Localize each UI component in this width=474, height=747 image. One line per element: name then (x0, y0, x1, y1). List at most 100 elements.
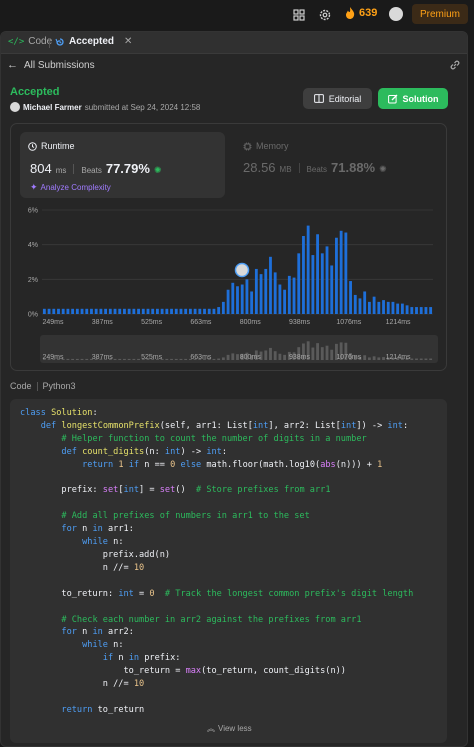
chart-bar (203, 308, 206, 314)
chart-bar (254, 268, 258, 314)
chart-bar (363, 291, 367, 314)
overview-bar (132, 358, 136, 360)
tab-accepted[interactable]: Accepted ✕ (55, 36, 132, 47)
chart-bar (156, 308, 159, 314)
chart-bar (339, 230, 343, 314)
overview-bar (367, 357, 371, 360)
chart-bar (335, 237, 338, 314)
history-icon (55, 37, 64, 46)
chart-bar (240, 284, 244, 314)
layout-icon[interactable] (292, 8, 306, 22)
overview-bar (137, 358, 140, 360)
chart-bar (353, 294, 357, 314)
overview-bar (231, 353, 235, 360)
code-header-label: Code (10, 381, 32, 391)
x-tick-label: 1076ms (336, 319, 361, 326)
tab-divider (49, 38, 50, 48)
chart-bar (188, 308, 192, 314)
chart-bar (221, 301, 225, 314)
chart-bar (302, 236, 305, 314)
overview-bar (184, 358, 188, 360)
all-submissions-label: All Submissions (24, 59, 95, 71)
overview-tick-label: 938ms (289, 354, 311, 361)
chart-bar (165, 308, 169, 314)
overview-bar (66, 358, 70, 360)
overview-bar (419, 358, 423, 360)
chart-bar (52, 308, 56, 314)
chart-bar (99, 308, 103, 314)
overview-bar (415, 358, 418, 360)
y-tick-label: 6% (28, 208, 38, 215)
chart-bar (184, 308, 188, 314)
close-icon[interactable]: ✕ (124, 36, 132, 47)
overview-bar (269, 347, 272, 360)
avatar[interactable] (389, 7, 403, 21)
chart-bar (382, 300, 385, 314)
chart-bar (212, 308, 216, 314)
all-submissions-link[interactable]: ← All Submissions (7, 59, 95, 71)
chart-bar (259, 274, 263, 314)
overview-bar (179, 358, 183, 360)
code-text: class Solution: def longestCommonPrefix(… (20, 408, 414, 715)
chart-bar (137, 308, 140, 314)
chart-bar (429, 307, 433, 314)
gear-icon[interactable] (318, 8, 332, 22)
overview-bar (363, 355, 367, 360)
chart-bar (415, 307, 418, 314)
overview-bar (325, 345, 329, 360)
chart-bar (61, 308, 65, 314)
overview-bar (217, 358, 221, 360)
chart-bar (344, 232, 348, 314)
premium-button[interactable]: Premium (412, 4, 468, 24)
overview-bar (424, 358, 428, 360)
x-tick-label: 800ms (240, 319, 262, 326)
chart-bar (377, 301, 381, 314)
top-bar: 639 Premium (0, 0, 474, 30)
chart-bar (174, 308, 178, 314)
overview-bar (71, 358, 75, 360)
chart-bar (424, 307, 428, 314)
chart-bar (367, 301, 371, 314)
streak-counter[interactable]: 639 (345, 7, 377, 19)
link-icon[interactable] (449, 59, 461, 71)
overview-bar (283, 354, 287, 360)
chart-bar (94, 308, 98, 314)
runtime-distribution-chart[interactable]: 6% 4% 2% 0% 249ms 387ms 525ms 663ms 800ms 938ms 10… (11, 92, 448, 372)
chart-bar (118, 308, 122, 314)
overview-tick-label: 387ms (92, 354, 114, 361)
overview-bar (85, 358, 89, 360)
tab-code[interactable]: </> Code (8, 36, 52, 47)
chart-bar (47, 308, 51, 314)
chart-bar (245, 279, 249, 314)
chart-bar (127, 308, 131, 314)
chart-bar (287, 275, 291, 314)
overview-bar (174, 358, 178, 360)
chart-bar (66, 308, 70, 314)
overview-bar (320, 347, 324, 360)
overview-tick-label: 1214ms (386, 354, 411, 361)
overview-bar (330, 349, 334, 360)
overview-bar (123, 358, 126, 360)
y-tick-label: 0% (28, 312, 38, 319)
chart-bar (410, 307, 414, 314)
chart-bar (90, 308, 93, 314)
overview-bar (118, 358, 122, 360)
chevron-up-icon: ︽ (207, 724, 215, 733)
chart-bar (42, 308, 46, 314)
overview-bar (212, 358, 216, 360)
chart-bar (108, 308, 112, 314)
chart-bar (198, 308, 202, 314)
chart-bar (391, 301, 395, 314)
chart-bar (273, 272, 277, 314)
overview-tick-label: 1076ms (336, 354, 361, 361)
chart-bar (311, 255, 315, 314)
overview-bar (127, 358, 131, 360)
chart-bar (207, 308, 211, 314)
chart-bar (396, 303, 400, 314)
code-block[interactable]: class Solution: def longestCommonPrefix(… (10, 399, 447, 743)
view-less-button[interactable]: ︽ View less (207, 723, 252, 734)
arrow-left-icon: ← (7, 59, 18, 71)
chart-bar (250, 291, 254, 314)
chart-bar (283, 289, 287, 314)
submission-panel: </> Code Accepted ✕ ← All Submissions Ac… (0, 31, 468, 747)
